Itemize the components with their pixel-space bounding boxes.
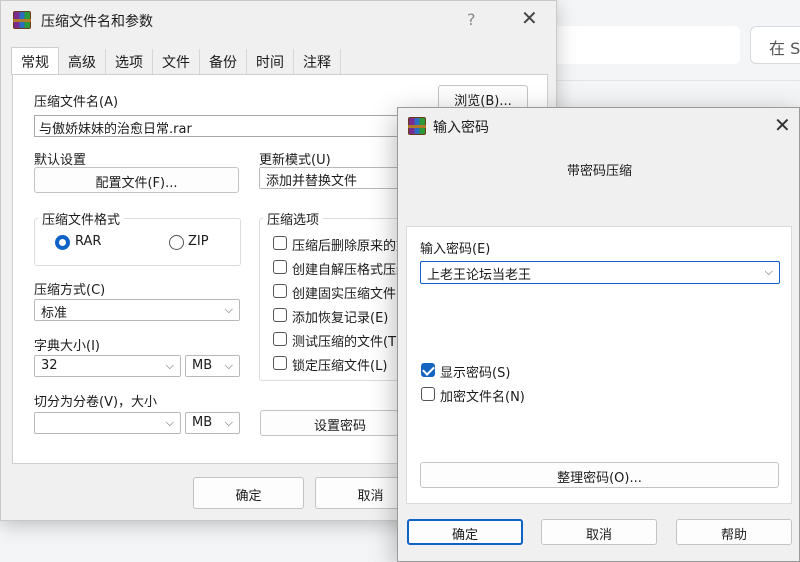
password-ok-button[interactable]: 确定: [407, 519, 523, 545]
chevron-down-icon: ⌵: [224, 303, 233, 316]
dictionary-unit-select[interactable]: MB ⌵: [185, 355, 240, 377]
dictionary-size-value: 32: [41, 358, 58, 373]
profiles-button[interactable]: 配置文件(F)...: [34, 167, 239, 193]
split-volumes-select[interactable]: ⌵: [34, 412, 181, 434]
option-lock-checkbox[interactable]: [273, 356, 287, 370]
password-dialog: 输入密码 ✕ 带密码压缩 输入密码(E) 上老王论坛当老王 ⌵ 显示密码(S) …: [397, 107, 800, 562]
archive-options-label: 压缩选项: [263, 209, 324, 228]
show-password-label: 显示密码(S): [440, 366, 511, 381]
tab-files[interactable]: 文件: [153, 49, 200, 75]
dictionary-size-select[interactable]: 32 ⌵: [34, 355, 181, 377]
encrypt-filenames-checkbox[interactable]: [421, 387, 435, 401]
option-recovery-label: 添加恢复记录(E): [292, 311, 389, 326]
option-sfx-checkbox[interactable]: [273, 260, 287, 274]
option-delete-after-checkbox[interactable]: [273, 236, 287, 250]
option-solid-label: 创建固实压缩文件: [292, 287, 397, 302]
option-delete-after-label: 压缩后删除原来的文: [292, 239, 410, 254]
chevron-down-icon: ⌵: [224, 359, 233, 372]
ok-button[interactable]: 确定: [193, 477, 304, 509]
chevron-down-icon: ⌵: [224, 416, 233, 429]
dictionary-size-label: 字典大小(I): [34, 339, 100, 354]
option-test-label: 测试压缩的文件(T): [292, 335, 402, 350]
default-settings-label: 默认设置: [34, 153, 87, 168]
tab-general[interactable]: 常规: [11, 47, 59, 75]
format-zip-radio[interactable]: [169, 235, 184, 250]
set-password-button[interactable]: 设置密码: [260, 410, 420, 436]
archive-format-label: 压缩文件格式: [38, 209, 125, 228]
split-unit-value: MB: [192, 415, 213, 430]
password-dialog-title: 输入密码: [433, 120, 489, 136]
update-mode-value: 添加并替换文件: [266, 174, 358, 189]
help-icon[interactable]: ?: [467, 10, 476, 29]
format-zip-label: ZIP: [188, 234, 209, 249]
winrar-app-icon: [13, 11, 31, 29]
archive-name-label: 压缩文件名(A): [34, 95, 119, 110]
password-panel: 输入密码(E) 上老王论坛当老王 ⌵ 显示密码(S) 加密文件名(N) 整理密码…: [406, 226, 792, 504]
dialog-titlebar[interactable]: 压缩文件名和参数 ? ✕: [1, 1, 556, 39]
chevron-down-icon: ⌵: [764, 265, 773, 278]
close-icon[interactable]: ✕: [774, 113, 791, 137]
split-volumes-label: 切分为分卷(V)，大小: [34, 395, 158, 410]
close-icon[interactable]: ✕: [521, 6, 538, 30]
dialog-title: 压缩文件名和参数: [41, 14, 153, 30]
background-search-button[interactable]: 在 S: [750, 26, 800, 64]
password-dialog-subtitle: 带密码压缩: [566, 164, 632, 179]
tab-backup[interactable]: 备份: [200, 49, 247, 75]
tab-options[interactable]: 选项: [106, 49, 153, 75]
format-rar-radio[interactable]: [55, 235, 70, 250]
option-test-checkbox[interactable]: [273, 332, 287, 346]
update-mode-label: 更新模式(U): [259, 153, 331, 168]
option-recovery-checkbox[interactable]: [273, 308, 287, 322]
update-mode-select[interactable]: 添加并替换文件: [259, 167, 419, 189]
tab-strip: 常规 高级 选项 文件 备份 时间 注释: [11, 47, 341, 75]
password-input[interactable]: 上老王论坛当老王 ⌵: [420, 261, 780, 284]
winrar-app-icon: [408, 117, 426, 135]
chevron-down-icon: ⌵: [165, 416, 174, 429]
password-value: 上老王论坛当老王: [427, 268, 532, 283]
show-password-checkbox[interactable]: [421, 363, 435, 377]
option-lock-label: 锁定压缩文件(L): [292, 359, 388, 374]
password-help-button[interactable]: 帮助: [676, 519, 792, 545]
option-solid-checkbox[interactable]: [273, 284, 287, 298]
compression-method-value: 标准: [41, 306, 68, 321]
tab-comment[interactable]: 注释: [294, 49, 341, 75]
format-rar-label: RAR: [75, 234, 102, 249]
compression-method-label: 压缩方式(C): [34, 283, 106, 298]
chevron-down-icon: ⌵: [165, 359, 174, 372]
tab-time[interactable]: 时间: [247, 49, 294, 75]
compression-method-select[interactable]: 标准 ⌵: [34, 299, 240, 321]
tab-advanced[interactable]: 高级: [59, 49, 106, 75]
option-sfx-label: 创建自解压格式压缩: [292, 263, 410, 278]
password-cancel-button[interactable]: 取消: [541, 519, 657, 545]
background-search-box[interactable]: [548, 26, 740, 64]
dictionary-unit-value: MB: [192, 358, 213, 373]
encrypt-filenames-label: 加密文件名(N): [440, 390, 525, 405]
organize-passwords-button[interactable]: 整理密码(O)...: [420, 462, 779, 488]
password-field-label: 输入密码(E): [420, 242, 491, 257]
split-unit-select[interactable]: MB ⌵: [185, 412, 240, 434]
